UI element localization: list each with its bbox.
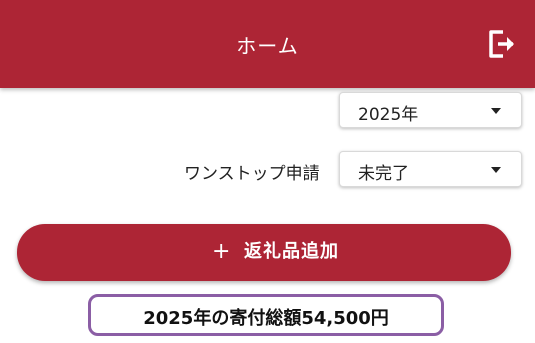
page-title: ホーム <box>236 34 299 58</box>
plus-icon: + <box>212 239 231 264</box>
logout-icon <box>487 28 517 60</box>
add-gift-label: 返礼品追加 <box>244 241 339 262</box>
donation-total-highlight: 2025年の寄付総額54,500円 <box>88 294 444 336</box>
logout-button[interactable] <box>487 28 517 60</box>
onestop-status-value: 未完了 <box>358 164 409 184</box>
dropdown-caret-icon <box>491 167 501 173</box>
donation-total: 2025年の寄付総額54,500円 <box>143 308 389 329</box>
app-header: ホーム <box>0 0 535 88</box>
onestop-status-select[interactable]: 未完了 <box>339 151 522 187</box>
year-select[interactable]: 2025年 <box>339 92 522 128</box>
home-screen: ホーム 2025年 ワンストップ申請 未完了 + 返礼品追加 2025年の寄付総… <box>0 0 535 343</box>
year-select-value: 2025年 <box>358 105 419 125</box>
onestop-label: ワンストップ申請 <box>184 164 320 184</box>
add-gift-button[interactable]: + 返礼品追加 <box>17 224 511 281</box>
dropdown-caret-icon <box>491 108 501 114</box>
